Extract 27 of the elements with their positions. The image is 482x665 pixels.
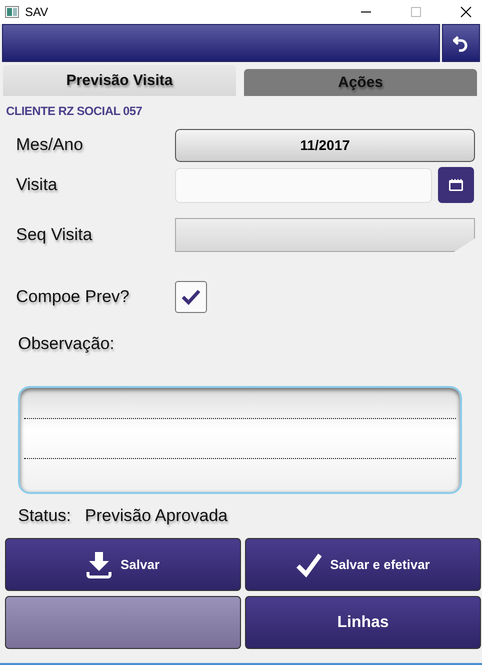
checkbox[interactable] [175, 281, 207, 313]
check-icon [296, 552, 322, 578]
client-name: CLIENTE RZ SOCIAL 057 [5, 103, 144, 120]
download-icon [86, 550, 112, 578]
tab[interactable]: Previsão Visita [3, 65, 236, 96]
field-label: Seq Visita [16, 225, 94, 245]
month-year-button[interactable]: 11/2017 [175, 128, 475, 162]
observation-textarea[interactable] [18, 386, 462, 494]
action-button[interactable]: Salvar [5, 538, 241, 591]
status-label: Status: [18, 506, 71, 526]
back-button[interactable] [442, 24, 480, 62]
calendar-icon [449, 179, 463, 191]
field-label: Observação: [17, 333, 116, 355]
action-button[interactable]: Linhas [245, 596, 481, 649]
action-button[interactable]: Salvar e efetivar [245, 538, 481, 591]
window-title: SAV [25, 5, 48, 19]
status-value: Previsão Aprovada [84, 506, 228, 526]
checkmark-icon [181, 289, 201, 305]
field-label: Compoe Prev? [16, 287, 130, 307]
tab[interactable]: Ações [244, 69, 477, 96]
close-icon[interactable] [460, 6, 472, 18]
field-label: Visita [16, 175, 58, 195]
undo-arrow-icon [453, 34, 469, 52]
app-icon [5, 6, 19, 18]
calendar-button[interactable] [438, 167, 474, 203]
visit-date-field[interactable] [175, 168, 432, 202]
field-label: Mes/Ano [16, 135, 84, 155]
